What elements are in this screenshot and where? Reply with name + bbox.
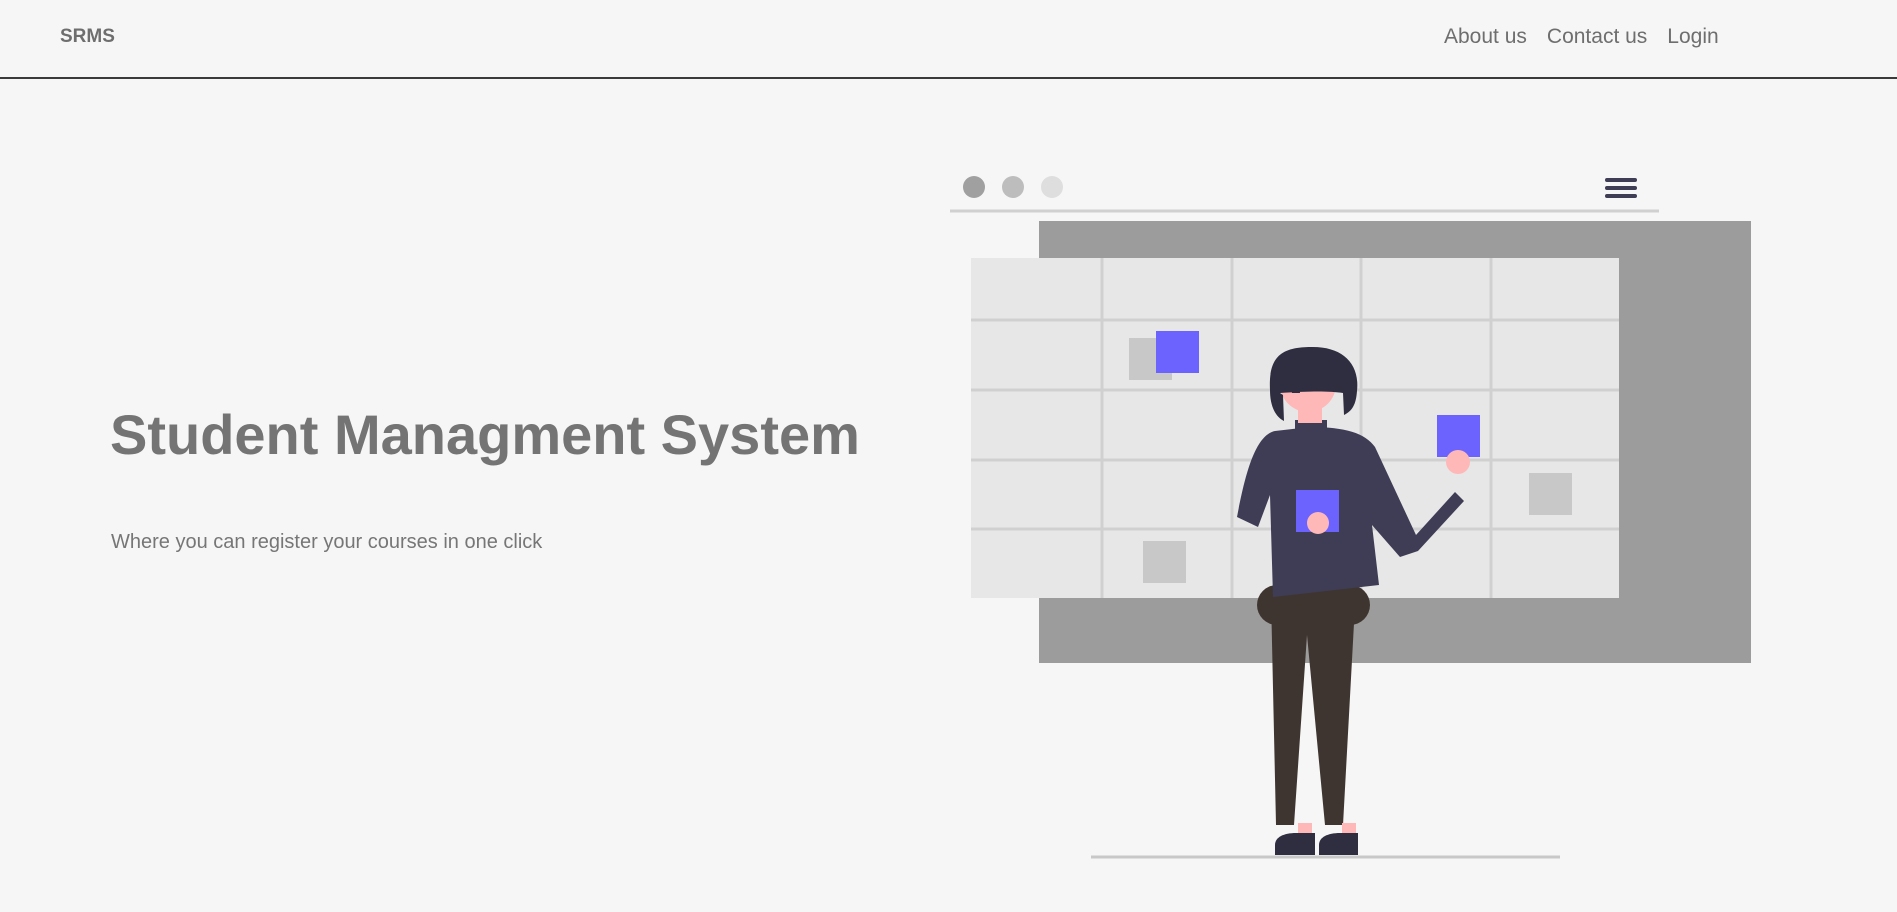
- hero-title: Student Managment System: [110, 403, 860, 466]
- nav-link-contact-us[interactable]: Contact us: [1547, 25, 1647, 49]
- nav-links: About us Contact us Login: [1444, 25, 1719, 49]
- nav-link-about-us[interactable]: About us: [1444, 25, 1527, 49]
- hamburger-menu-icon: [1605, 178, 1637, 198]
- hero-illustration: [950, 176, 1751, 859]
- navbar: SRMS About us Contact us Login: [0, 0, 1897, 79]
- browser-dots: [963, 176, 1063, 198]
- brand-logo[interactable]: SRMS: [60, 26, 115, 48]
- nav-link-login[interactable]: Login: [1667, 25, 1718, 49]
- hero-subtitle: Where you can register your courses in o…: [111, 531, 543, 553]
